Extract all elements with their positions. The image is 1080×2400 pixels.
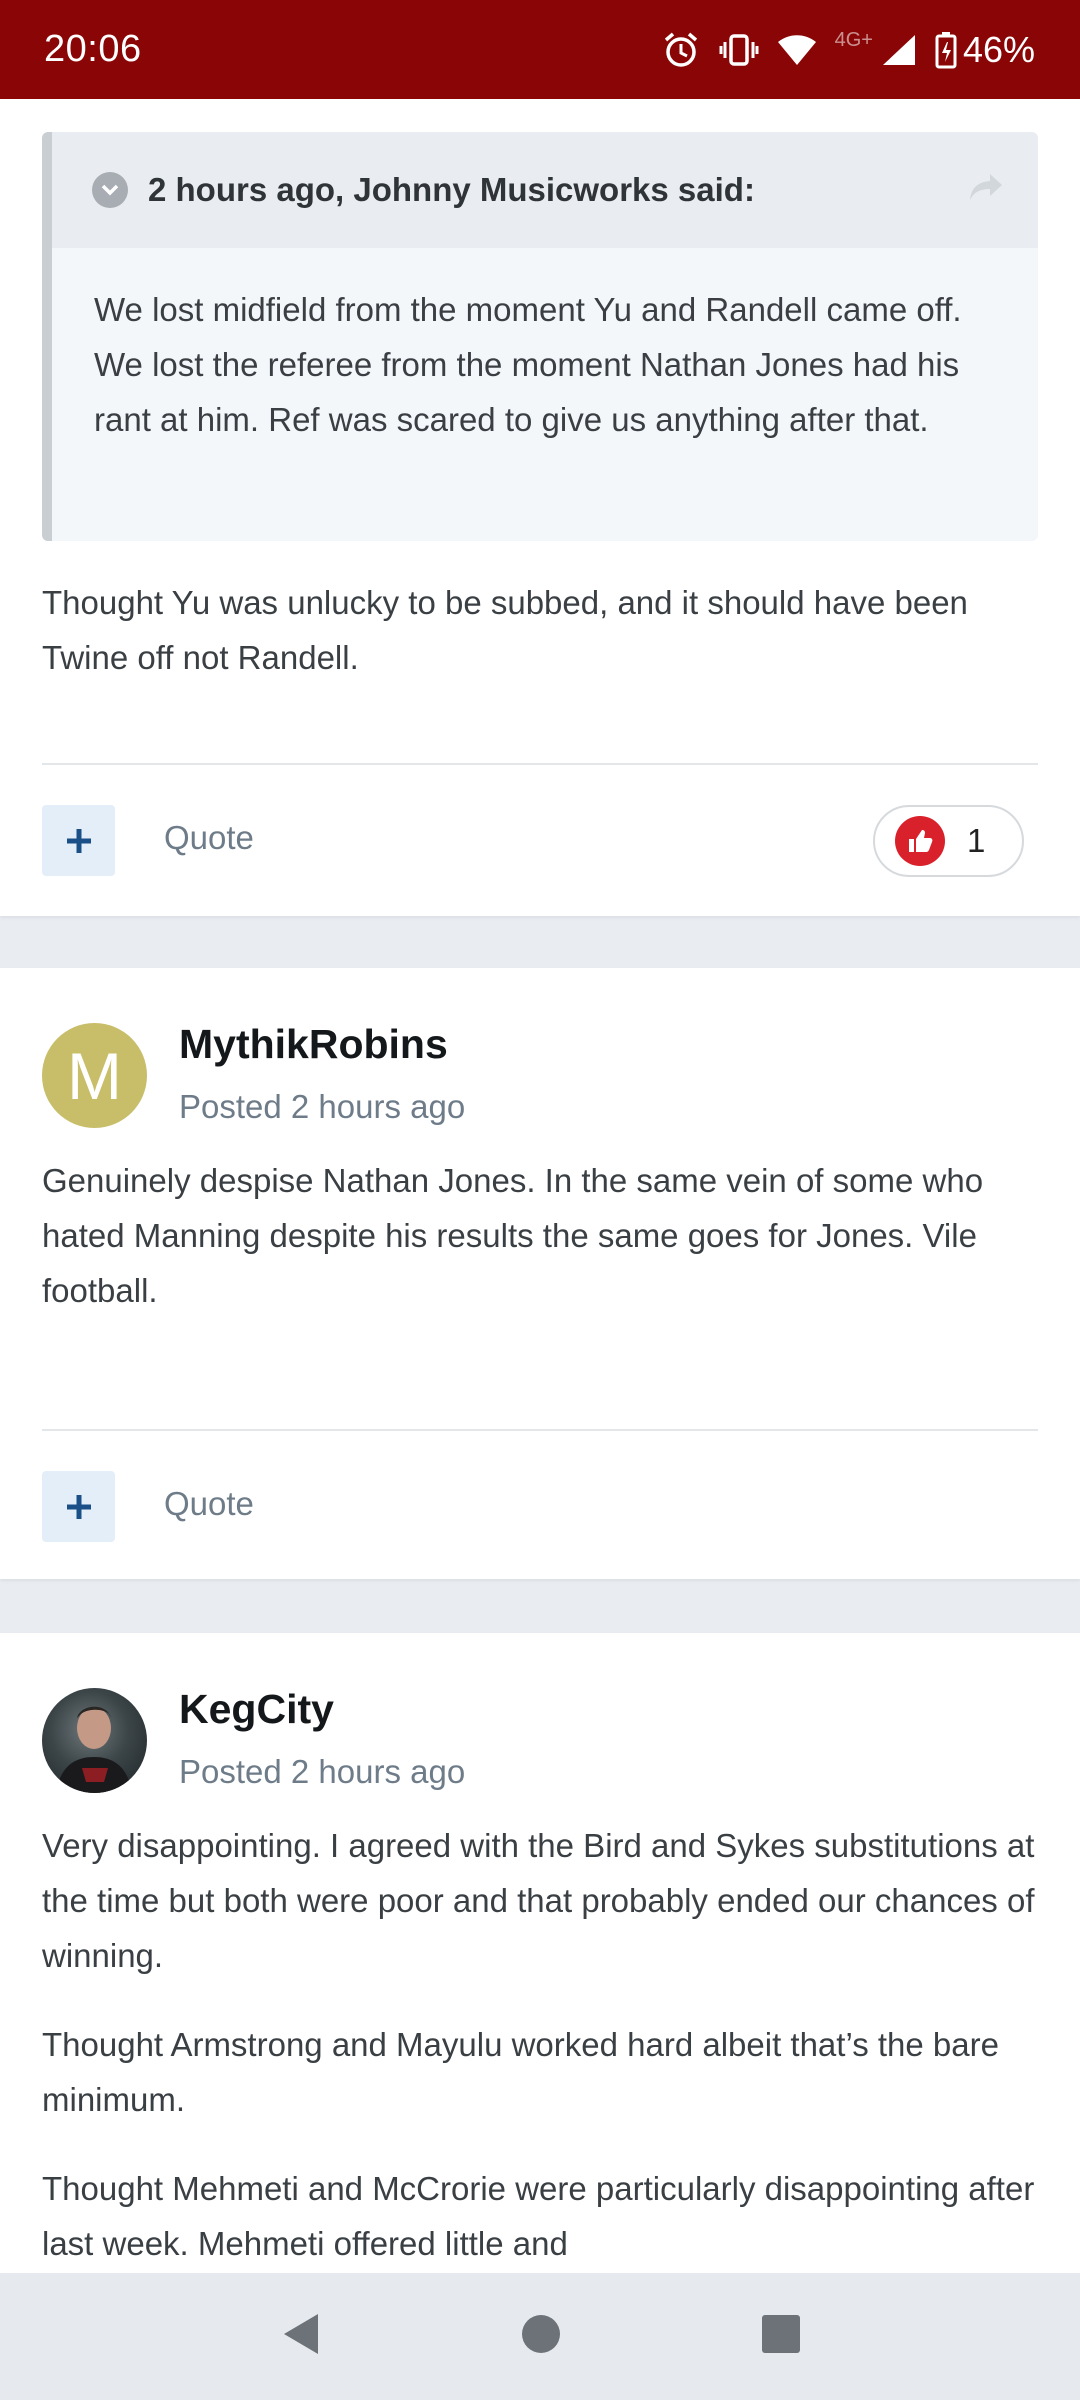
post-paragraph: Thought Armstrong and Mayulu worked hard… [42, 2026, 999, 2118]
status-icons: 4G+ 46% [661, 29, 1035, 71]
author-name[interactable]: KegCity [179, 1686, 334, 1733]
divider [42, 1429, 1038, 1431]
avatar-photo [56, 1706, 132, 1793]
battery: 46% [935, 29, 1035, 71]
thumbs-up-icon [895, 816, 945, 866]
post-timestamp: Posted 2 hours ago [179, 1088, 466, 1125]
vibrate-icon [719, 32, 759, 68]
network-type-label: 4G+ [834, 29, 873, 51]
post-list: 2 hours ago, Johnny Musicworks said: We … [0, 99, 1080, 2273]
share-icon[interactable] [968, 172, 1004, 207]
post-paragraph: Thought Mehmeti and McCrorie were partic… [42, 2170, 1035, 2262]
reaction-button[interactable]: 1 [873, 805, 1024, 877]
quote-button[interactable]: Quote [164, 1485, 254, 1523]
back-icon[interactable] [278, 2310, 322, 2363]
battery-percent: 46% [962, 28, 1035, 70]
avatar[interactable] [42, 1688, 147, 1793]
author-name[interactable]: MythikRobins [179, 1021, 448, 1068]
quote-header-text: 2 hours ago, Johnny Musicworks said: [148, 171, 755, 208]
avatar-letter: M [67, 1038, 122, 1113]
quote-block: 2 hours ago, Johnny Musicworks said: We … [42, 132, 1038, 541]
post-body: Genuinely despise Nathan Jones. In the s… [42, 1153, 1042, 1352]
post-paragraph: Genuinely despise Nathan Jones. In the s… [42, 1162, 984, 1309]
post-body: Thought Yu was unlucky to be subbed, and… [42, 575, 1042, 719]
post-body: Very disappointing. I agreed with the Bi… [42, 1818, 1042, 2273]
recents-icon[interactable] [760, 2313, 802, 2360]
post-paragraph: Very disappointing. I agreed with the Bi… [42, 1827, 1035, 1974]
post-paragraph: Thought Yu was unlucky to be subbed, and… [42, 584, 968, 676]
divider [42, 763, 1038, 765]
quote-button[interactable]: Quote [164, 819, 254, 857]
avatar[interactable]: M [42, 1023, 147, 1128]
chevron-down-icon[interactable] [92, 172, 128, 208]
navigation-bar [0, 2273, 1080, 2400]
post: KegCity Posted 2 hours ago Very disappoi… [0, 1633, 1080, 2273]
plus-icon[interactable] [42, 805, 115, 876]
quote-header[interactable]: 2 hours ago, Johnny Musicworks said: [52, 132, 1038, 248]
post: M MythikRobins Posted 2 hours ago Genuin… [0, 968, 1080, 1579]
plus-icon[interactable] [42, 1471, 115, 1542]
signal-icon [881, 33, 917, 67]
status-bar: 20:06 4G+ 46% [0, 0, 1080, 99]
status-time: 20:06 [44, 28, 142, 70]
post: 2 hours ago, Johnny Musicworks said: We … [0, 99, 1080, 916]
quote-text: We lost midfield from the moment Yu and … [52, 248, 1038, 541]
battery-icon [935, 31, 957, 69]
reaction-count: 1 [967, 822, 986, 859]
alarm-icon [661, 30, 701, 70]
post-timestamp: Posted 2 hours ago [179, 1753, 466, 1790]
wifi-icon [777, 33, 817, 67]
home-icon[interactable] [519, 2312, 563, 2361]
